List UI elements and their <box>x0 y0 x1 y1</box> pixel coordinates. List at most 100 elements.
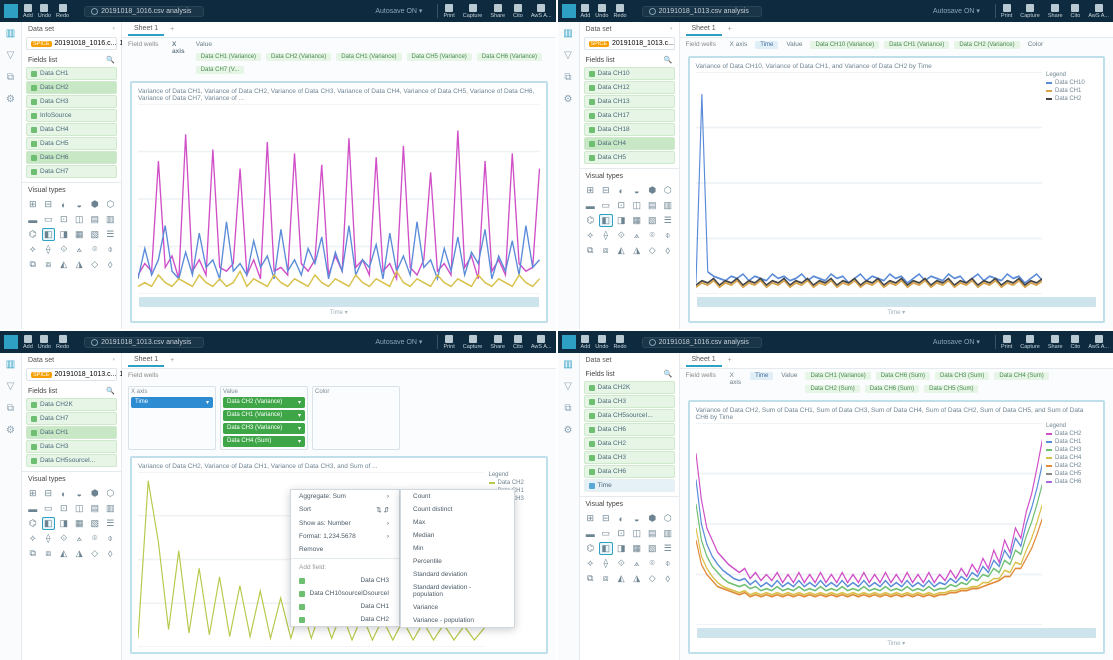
story-tab-icon[interactable]: ⧉ <box>5 72 17 84</box>
menu-format[interactable]: Format: 1,234.5678› <box>291 530 399 543</box>
visual-type-option[interactable]: ◇ <box>88 258 102 271</box>
field-item[interactable]: Data CH5sourceI... <box>26 454 117 467</box>
field-item[interactable]: Data CH17 <box>584 109 675 122</box>
visual-type-option[interactable]: ◒ <box>630 184 644 197</box>
visual-type-option[interactable]: ◫ <box>73 502 87 515</box>
visual-type-option[interactable]: ⬡ <box>104 487 118 500</box>
visual-type-option[interactable]: ⊡ <box>615 527 629 540</box>
sheet-tab[interactable]: Sheet 1 <box>128 23 164 36</box>
visual-type-option[interactable]: ☰ <box>104 517 118 530</box>
sheet-tab[interactable]: Sheet 1 <box>686 23 722 36</box>
share-button[interactable]: Share <box>490 4 505 19</box>
visual-type-option[interactable]: ▥ <box>104 502 118 515</box>
visual-type-option[interactable]: ⊞ <box>26 198 40 211</box>
parameters-tab-icon[interactable]: ⚙ <box>562 94 574 106</box>
visual-type-option[interactable]: ⌽ <box>104 532 118 545</box>
field-item[interactable]: Data CH6 <box>26 151 117 164</box>
field-item[interactable]: Data CH18 <box>584 123 675 136</box>
search-icon[interactable]: 🔍 <box>664 370 673 378</box>
autosave-toggle[interactable]: Autosave ON ▾ <box>933 338 980 346</box>
chart-card[interactable]: Variance of Data CH2, Sum of Data CH1, S… <box>688 400 1106 654</box>
xaxis-well[interactable]: X axisTime▾ <box>128 386 216 450</box>
visual-type-option[interactable]: ◐ <box>615 512 629 525</box>
visual-type-option[interactable]: ⊡ <box>615 199 629 212</box>
visual-type-option[interactable]: ⟡ <box>584 229 598 242</box>
well-pill[interactable]: Data CH7 (V... <box>196 66 244 74</box>
add-button[interactable]: Add <box>23 335 33 350</box>
visual-type-option[interactable]: ◭ <box>57 258 71 271</box>
time-scrubber[interactable] <box>139 297 539 307</box>
visual-type-option[interactable]: ⟡ <box>26 243 40 256</box>
field-item[interactable]: Data CH5sourceI... <box>584 409 675 422</box>
aws-account-button[interactable]: AwS A... <box>1088 4 1109 19</box>
menu-showas[interactable]: Show as: Number› <box>291 517 399 530</box>
field-item[interactable]: Data CH6 <box>584 423 675 436</box>
analysis-name[interactable]: 20191018_1016.csv analysis <box>84 6 204 17</box>
visual-type-option[interactable]: ⟑ <box>630 557 644 570</box>
visual-type-option[interactable]: ⊡ <box>57 213 71 226</box>
field-item[interactable]: Data CH3 <box>26 440 117 453</box>
visual-type-option[interactable]: ⊟ <box>42 487 56 500</box>
visualize-tab-icon[interactable]: ▥ <box>5 28 17 40</box>
visual-type-option[interactable]: ▤ <box>646 527 660 540</box>
visual-type-option[interactable]: ⟡ <box>584 557 598 570</box>
search-icon[interactable]: 🔍 <box>664 56 673 64</box>
visual-type-option[interactable]: ⟠ <box>599 229 613 242</box>
visual-type-option[interactable]: ◧ <box>599 542 613 555</box>
visual-type-option[interactable]: ◧ <box>42 228 56 241</box>
visual-type-option[interactable]: ▥ <box>661 527 675 540</box>
add-sheet-button[interactable]: + <box>728 26 732 33</box>
cito-button[interactable]: Cito <box>513 4 523 19</box>
visual-type-option[interactable]: ☰ <box>661 542 675 555</box>
field-item[interactable]: Data CH10 <box>584 67 675 80</box>
dataset-selector[interactable]: SPICE20191018_1016.c...100% <box>26 37 117 50</box>
visual-type-option[interactable]: ☰ <box>104 228 118 241</box>
capture-button[interactable]: Capture <box>1020 335 1040 350</box>
agg-max[interactable]: Max <box>401 516 514 529</box>
visual-type-option[interactable]: ▤ <box>88 502 102 515</box>
undo-button[interactable]: Undo <box>38 335 51 350</box>
well-pill[interactable]: Data CH6 (Sum) <box>865 385 919 393</box>
visual-type-option[interactable]: ▦ <box>73 228 87 241</box>
well-pill[interactable]: Data CH2 (Sum) <box>805 385 859 393</box>
well-pill[interactable]: Data CH2 (Variance) <box>954 41 1019 49</box>
visual-type-option[interactable]: ◭ <box>615 244 629 257</box>
visual-type-option[interactable]: ⟐ <box>57 243 71 256</box>
visual-type-option[interactable]: ◫ <box>73 213 87 226</box>
filter-tab-icon[interactable]: ▽ <box>5 50 17 62</box>
capture-button[interactable]: Capture <box>463 4 483 19</box>
aws-account-button[interactable]: AwS A... <box>531 4 552 19</box>
visual-type-option[interactable]: ◊ <box>104 547 118 560</box>
well-pill[interactable]: Data CH4 (Sum) <box>994 372 1048 380</box>
cito-button[interactable]: Cito <box>1071 335 1081 350</box>
well-pill[interactable]: Data CH2 (Variance) <box>266 53 331 61</box>
visual-type-option[interactable]: ⬢ <box>646 512 660 525</box>
visual-type-option[interactable]: ⟐ <box>615 229 629 242</box>
visual-type-option[interactable]: ▥ <box>104 213 118 226</box>
visual-type-option[interactable]: ⌾ <box>88 243 102 256</box>
visual-type-option[interactable]: ⌾ <box>646 229 660 242</box>
visual-type-option[interactable]: ◨ <box>615 542 629 555</box>
share-button[interactable]: Share <box>1048 4 1063 19</box>
well-pill[interactable]: Data CH1 (Variance) <box>884 41 949 49</box>
visual-type-option[interactable]: ⌾ <box>88 532 102 545</box>
visual-type-option[interactable]: ◭ <box>615 572 629 585</box>
print-button[interactable]: Print <box>1001 335 1012 350</box>
visual-type-option[interactable]: ▥ <box>661 199 675 212</box>
visual-type-option[interactable]: ◮ <box>630 244 644 257</box>
visual-type-option[interactable]: ⬡ <box>104 198 118 211</box>
visual-type-option[interactable]: ⬡ <box>661 184 675 197</box>
visual-type-option[interactable]: ◒ <box>73 487 87 500</box>
visual-type-option[interactable]: ◫ <box>630 527 644 540</box>
well-pill[interactable]: Data CH5 (Sum) <box>924 385 978 393</box>
visual-type-option[interactable]: ◭ <box>57 547 71 560</box>
aggregate-submenu[interactable]: Count Count distinct Max Median Min Perc… <box>400 489 515 628</box>
visual-type-option[interactable]: ⌾ <box>646 557 660 570</box>
visual-type-option[interactable]: ▧ <box>88 228 102 241</box>
well-pill[interactable]: Data CH1 (Variance)▾ <box>223 410 305 421</box>
field-context-menu[interactable]: Aggregate: Sum› Sort⇅ ⇵ Show as: Number›… <box>290 489 400 627</box>
visual-type-option[interactable]: ⬢ <box>88 198 102 211</box>
visual-type-option[interactable]: ◮ <box>630 572 644 585</box>
analysis-name[interactable]: 20191018_1013.csv analysis <box>84 337 204 348</box>
visual-type-option[interactable]: ▭ <box>599 199 613 212</box>
